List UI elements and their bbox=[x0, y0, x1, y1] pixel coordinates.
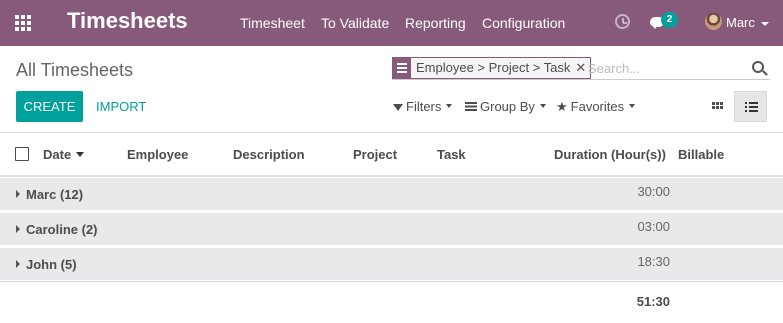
app-brand[interactable]: Timesheets bbox=[67, 8, 188, 34]
group-duration: 30:00 bbox=[637, 184, 670, 199]
favorites-label: Favorites bbox=[570, 99, 625, 114]
column-header-task[interactable]: Task bbox=[437, 147, 466, 162]
group-by-icon bbox=[465, 102, 477, 111]
page-title: All Timesheets bbox=[16, 60, 134, 80]
search-bar: Employee > Project > Task ✕ bbox=[392, 56, 770, 80]
table-header: Date Employee Description Project Task D… bbox=[0, 133, 783, 177]
column-header-employee[interactable]: Employee bbox=[127, 147, 188, 162]
search-icon[interactable] bbox=[752, 61, 764, 73]
column-header-description[interactable]: Description bbox=[233, 147, 305, 162]
kanban-view-button[interactable] bbox=[702, 91, 734, 122]
menu-to-validate[interactable]: To Validate bbox=[321, 15, 389, 31]
group-label: Marc (12) bbox=[26, 187, 84, 202]
group-row[interactable]: John (5) 18:30 bbox=[0, 247, 783, 280]
caret-down-icon bbox=[629, 104, 636, 108]
search-input[interactable] bbox=[588, 58, 738, 78]
column-header-billable[interactable]: Billable bbox=[678, 147, 724, 162]
clock-icon[interactable] bbox=[615, 14, 630, 29]
filters-label: Filters bbox=[406, 99, 442, 114]
apps-grid-icon[interactable] bbox=[15, 15, 33, 31]
menu-reporting[interactable]: Reporting bbox=[405, 15, 466, 31]
column-header-project[interactable]: Project bbox=[353, 147, 397, 162]
import-button[interactable]: IMPORT bbox=[96, 99, 146, 114]
favorites-dropdown[interactable]: ★ Favorites bbox=[556, 99, 636, 115]
group-row[interactable]: Caroline (2) 03:00 bbox=[0, 212, 783, 245]
group-duration: 03:00 bbox=[637, 219, 670, 234]
menu-configuration[interactable]: Configuration bbox=[482, 15, 565, 31]
row-divider bbox=[0, 281, 783, 282]
chevron-down-icon[interactable] bbox=[761, 22, 769, 26]
groupby-dropdown[interactable]: Group By bbox=[465, 99, 546, 114]
groupby-label: Group By bbox=[480, 99, 535, 114]
select-all-checkbox[interactable] bbox=[15, 147, 29, 161]
sort-desc-icon bbox=[76, 152, 85, 157]
list-view-button[interactable] bbox=[734, 91, 767, 122]
caret-right-icon bbox=[16, 260, 20, 268]
group-label: John (5) bbox=[26, 257, 77, 272]
avatar[interactable] bbox=[705, 13, 722, 30]
column-label: Date bbox=[43, 147, 72, 162]
group-label: Caroline (2) bbox=[26, 222, 98, 237]
column-header-date[interactable]: Date bbox=[43, 147, 85, 162]
group-duration: 18:30 bbox=[637, 254, 670, 269]
search-facet[interactable]: Employee > Project > Task ✕ bbox=[392, 57, 592, 79]
filter-icon bbox=[393, 104, 403, 111]
caret-right-icon bbox=[16, 190, 20, 198]
user-menu[interactable]: Marc bbox=[726, 15, 755, 30]
caret-right-icon bbox=[16, 225, 20, 233]
group-by-facet-icon[interactable] bbox=[393, 58, 411, 78]
group-row[interactable]: Marc (12) 30:00 bbox=[0, 177, 783, 210]
facet-label: Employee > Project > Task bbox=[416, 60, 571, 75]
caret-down-icon bbox=[446, 104, 453, 108]
top-navbar: Timesheets Timesheet To Validate Reporti… bbox=[0, 0, 783, 46]
column-header-duration[interactable]: Duration (Hour(s)) bbox=[554, 147, 666, 162]
star-icon: ★ bbox=[556, 99, 568, 114]
caret-down-icon bbox=[539, 104, 546, 108]
total-duration: 51:30 bbox=[636, 294, 670, 309]
messages-badge[interactable]: 2 bbox=[661, 12, 678, 28]
create-button[interactable]: CREATE bbox=[16, 91, 83, 122]
menu-timesheet[interactable]: Timesheet bbox=[240, 15, 305, 31]
filters-dropdown[interactable]: Filters bbox=[393, 99, 453, 114]
